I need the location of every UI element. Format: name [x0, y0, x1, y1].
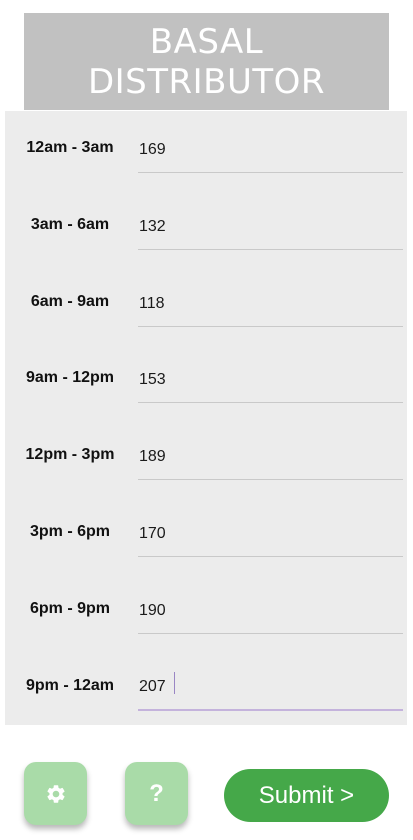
time-range-label: 3am - 6am: [30, 216, 110, 233]
rate-input-12am-3am[interactable]: [138, 127, 403, 173]
rate-input-6am-9am[interactable]: [138, 281, 403, 327]
time-range-label: 6pm - 9pm: [29, 600, 110, 617]
time-range-label: 3pm - 6pm: [29, 523, 110, 540]
rate-row-12am-3am: 12am - 3am: [5, 111, 407, 188]
title-line-2: DISTRIBUTOR: [87, 61, 326, 102]
gear-icon: [46, 784, 65, 803]
time-range-label: 6am - 9am: [30, 293, 110, 310]
time-range-label: 12am - 3am: [26, 139, 114, 156]
basal-distributor-screen: BASAL DISTRIBUTOR 12am - 3am 3am - 6am 6…: [0, 0, 413, 840]
rate-row-3pm-6pm: 3pm - 6pm: [5, 495, 407, 572]
rate-input-12pm-3pm[interactable]: [138, 434, 403, 480]
rate-row-9pm-12am: 9pm - 12am: [5, 649, 407, 726]
rate-row-12pm-3pm: 12pm - 3pm: [5, 418, 407, 495]
submit-button-label: Submit >: [258, 781, 355, 809]
time-range-label: 9pm - 12am: [25, 677, 115, 694]
rate-input-9am-12pm[interactable]: [138, 357, 403, 403]
rate-input-6pm-9pm[interactable]: [138, 588, 403, 634]
rate-input-9pm-12am[interactable]: [138, 665, 403, 711]
rate-row-3am-6am: 3am - 6am: [5, 188, 407, 265]
time-range-label: 9am - 12pm: [25, 369, 115, 386]
help-icon: ?: [149, 779, 164, 807]
text-cursor: [174, 672, 175, 694]
rate-row-6pm-9pm: 6pm - 9pm: [5, 572, 407, 649]
rate-row-6am-9am: 6am - 9am: [5, 265, 407, 342]
help-button[interactable]: ?: [125, 762, 188, 825]
page-title: BASAL DISTRIBUTOR: [24, 13, 389, 110]
rate-row-9am-12pm: 9am - 12pm: [5, 341, 407, 418]
title-line-1: BASAL: [149, 21, 264, 62]
rate-input-3am-6am[interactable]: [138, 204, 403, 250]
settings-button[interactable]: [24, 762, 87, 825]
basal-rates-panel: 12am - 3am 3am - 6am 6am - 9am 9am - 12p…: [5, 111, 407, 725]
submit-button[interactable]: Submit >: [224, 769, 389, 822]
rate-input-3pm-6pm[interactable]: [138, 511, 403, 557]
time-range-label: 12pm - 3pm: [25, 446, 115, 463]
